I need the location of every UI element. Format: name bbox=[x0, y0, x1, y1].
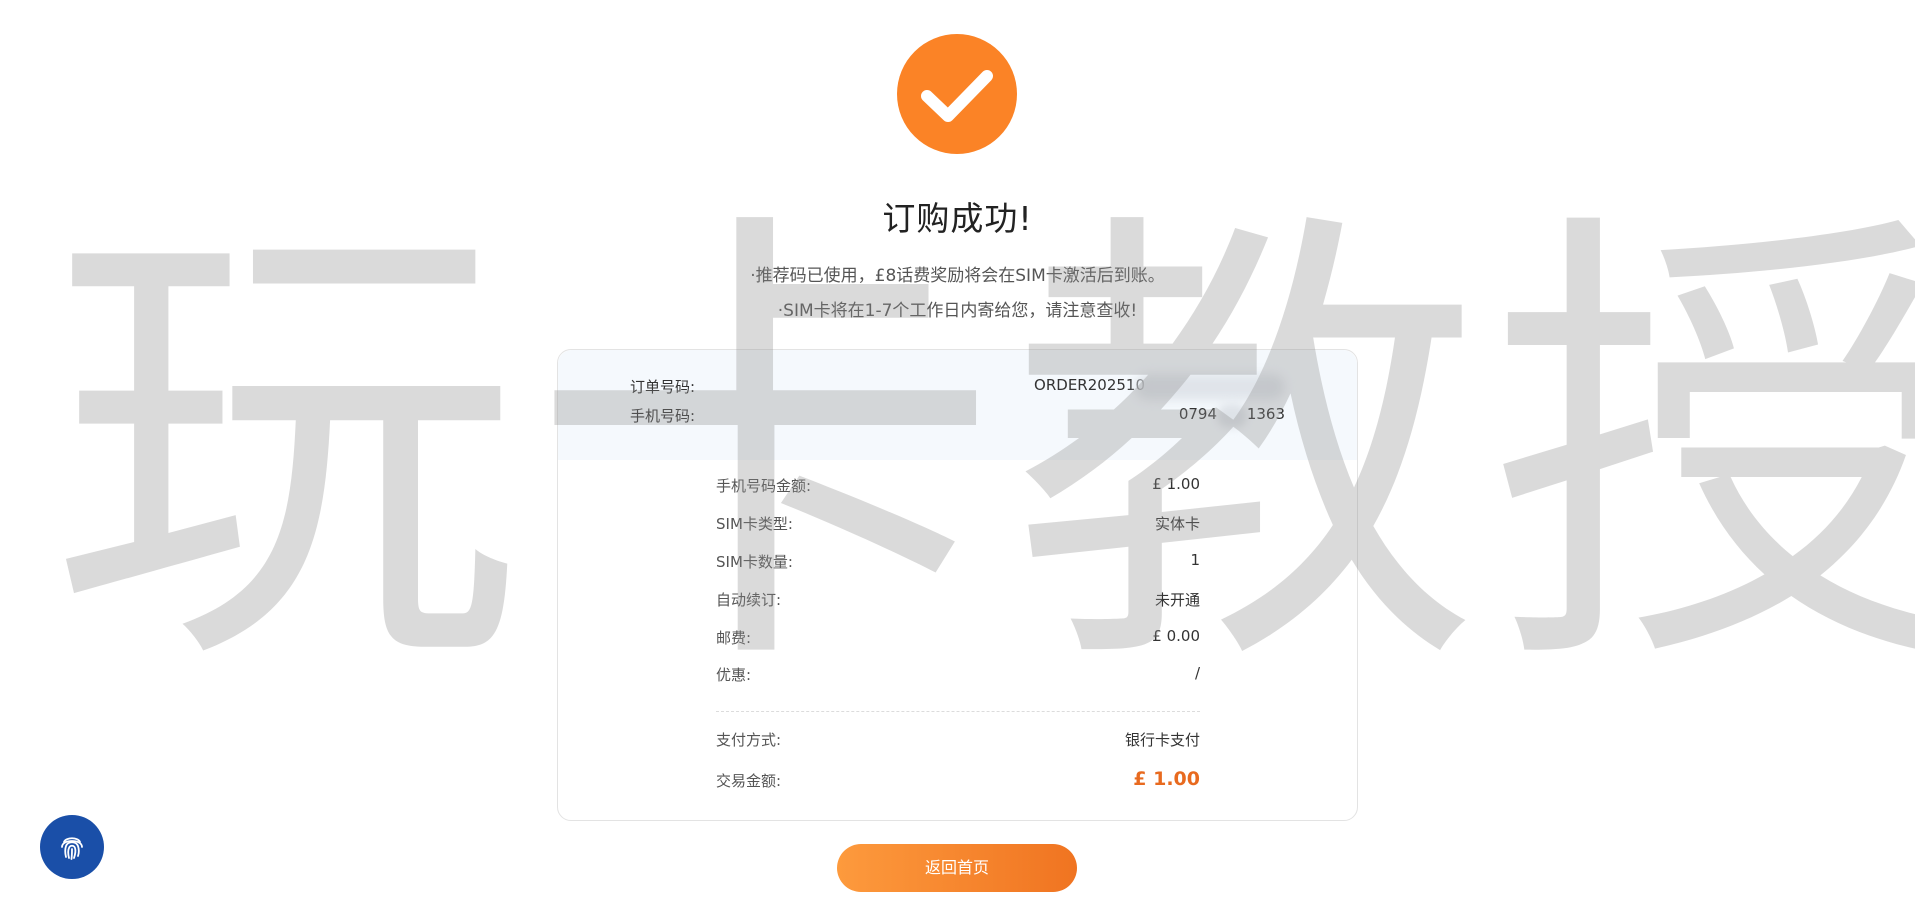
phone-number-row: 手机号码: 0794 1363 bbox=[630, 404, 1285, 428]
detail-row-postage: 邮费: £ 0.00 bbox=[716, 627, 1200, 649]
detail-row-sim-quantity: SIM卡数量: 1 bbox=[716, 551, 1200, 573]
detail-row-sim-type: SIM卡类型: 实体卡 bbox=[716, 513, 1200, 535]
order-summary-card: 订单号码: ORDER202510 手机号码: 0794 1363 手机号码金额… bbox=[557, 349, 1358, 821]
sim-type-value: 实体卡 bbox=[1154, 515, 1200, 533]
detail-row-total: 交易金额: £ 1.00 bbox=[716, 768, 1200, 792]
order-number-value: ORDER202510 bbox=[1034, 376, 1145, 394]
auto-renew-label: 自动续订: bbox=[716, 591, 782, 609]
detail-row-discount: 优惠: / bbox=[716, 664, 1200, 686]
success-check-icon bbox=[897, 34, 1017, 154]
summary-divider bbox=[716, 711, 1200, 712]
payment-method-value: 银行卡支付 bbox=[1124, 731, 1200, 749]
discount-label: 优惠: bbox=[716, 666, 752, 684]
detail-row-auto-renew: 自动续订: 未开通 bbox=[716, 589, 1200, 611]
total-value: £ 1.00 bbox=[1133, 768, 1200, 790]
postage-label: 邮费: bbox=[716, 629, 752, 647]
discount-value: / bbox=[1194, 664, 1200, 682]
order-number-row: 订单号码: ORDER202510 bbox=[630, 374, 1285, 400]
phone-number-redaction bbox=[1217, 404, 1247, 428]
phone-number-suffix: 1363 bbox=[1246, 405, 1285, 423]
order-number-label: 订单号码: bbox=[630, 378, 696, 396]
postage-value: £ 0.00 bbox=[1152, 627, 1200, 645]
sim-quantity-value: 1 bbox=[1190, 551, 1200, 569]
phone-amount-value: £ 1.00 bbox=[1152, 475, 1200, 493]
shipping-notice: ·SIM卡将在1-7个工作日内寄给您，请注意查收! bbox=[777, 301, 1138, 321]
auto-renew-value: 未开通 bbox=[1154, 591, 1200, 609]
detail-row-phone-amount: 手机号码金额: £ 1.00 bbox=[716, 475, 1200, 497]
order-number-redaction bbox=[1135, 374, 1285, 400]
phone-number-prefix: 0794 bbox=[1178, 405, 1217, 423]
fingerprint-fab-button[interactable] bbox=[40, 815, 104, 879]
fingerprint-icon bbox=[61, 837, 83, 860]
referral-notice: ·推荐码已使用，£8话费奖励将会在SIM卡激活后到账。 bbox=[750, 266, 1165, 286]
total-label: 交易金额: bbox=[716, 772, 782, 790]
return-home-button[interactable]: 返回首页 bbox=[837, 844, 1077, 892]
sim-quantity-label: SIM卡数量: bbox=[716, 553, 793, 571]
phone-number-label: 手机号码: bbox=[630, 407, 696, 425]
phone-amount-label: 手机号码金额: bbox=[716, 477, 812, 495]
payment-method-label: 支付方式: bbox=[716, 731, 782, 749]
order-success-page: 订购成功! ·推荐码已使用，£8话费奖励将会在SIM卡激活后到账。 ·SIM卡将… bbox=[0, 0, 1915, 919]
detail-row-payment-method: 支付方式: 银行卡支付 bbox=[716, 729, 1200, 751]
sim-type-label: SIM卡类型: bbox=[716, 515, 793, 533]
page-title: 订购成功! bbox=[882, 199, 1033, 238]
